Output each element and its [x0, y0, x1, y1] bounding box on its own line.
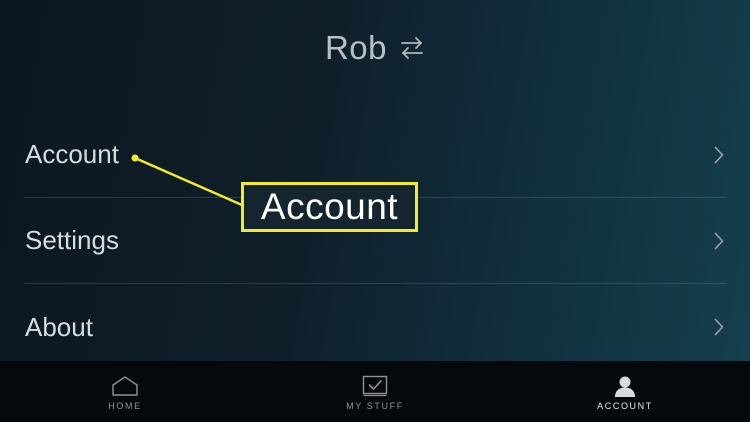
account-screen: Rob Account Settings About Account HOME …	[0, 0, 750, 422]
home-icon	[112, 376, 138, 396]
bottom-navigation: HOME MY STUFF ACCOUNT	[0, 361, 750, 422]
menu-item-label: Account	[25, 139, 119, 169]
menu-item-about[interactable]: About	[24, 284, 726, 370]
menu-item-label: About	[25, 311, 93, 342]
switch-profile-arrows-icon[interactable]	[399, 35, 425, 61]
callout-label-box: Account	[241, 182, 418, 232]
chevron-right-icon	[714, 146, 724, 163]
nav-item-my-stuff[interactable]: MY STUFF	[250, 361, 500, 422]
nav-item-label: ACCOUNT	[597, 401, 653, 411]
profile-header: Rob	[0, 28, 750, 68]
chevron-right-icon	[714, 318, 724, 336]
nav-item-label: MY STUFF	[346, 401, 404, 411]
nav-item-home[interactable]: HOME	[0, 361, 250, 422]
nav-item-label: HOME	[108, 401, 142, 411]
menu-item-label: Settings	[25, 225, 119, 255]
nav-item-account[interactable]: ACCOUNT	[500, 361, 750, 422]
account-person-icon	[615, 376, 635, 397]
chevron-right-icon	[714, 232, 724, 249]
my-stuff-check-icon	[362, 375, 388, 397]
account-menu: Account Settings About	[24, 112, 726, 370]
profile-name: Rob	[324, 29, 388, 66]
